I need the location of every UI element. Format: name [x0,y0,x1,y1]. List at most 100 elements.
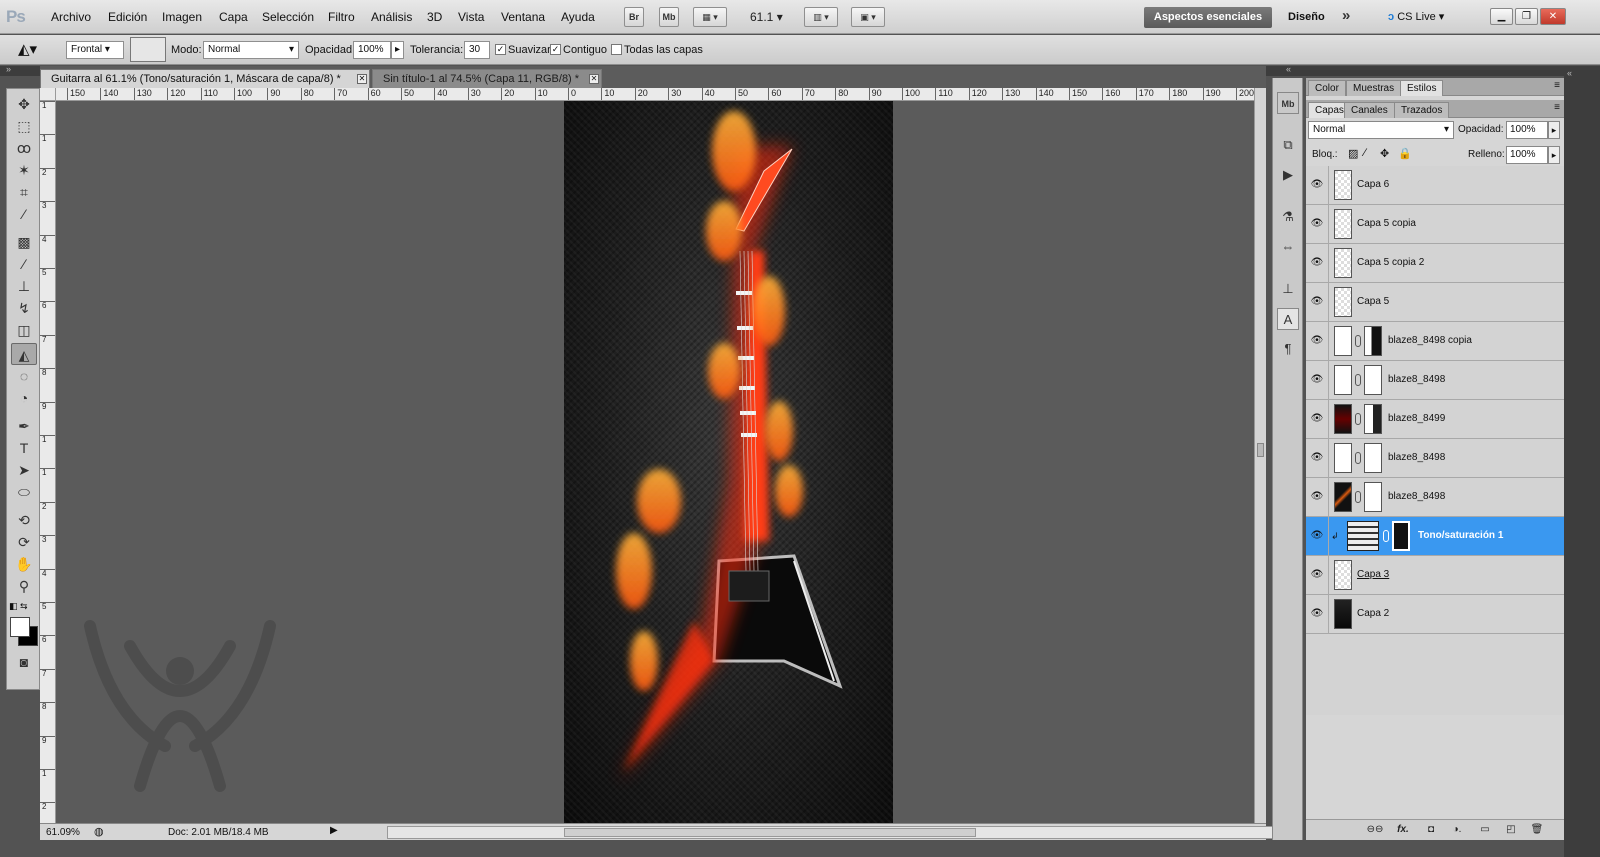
layer-row-blaze8-8498-c[interactable]: 👁 blaze8_8498 [1306,478,1564,517]
layer-mask-thumbnail[interactable] [1392,521,1410,551]
menu-analisis[interactable]: Análisis [371,10,412,24]
character-panel-icon[interactable]: A [1277,308,1299,330]
vertical-scrollbar[interactable] [1254,88,1266,823]
layer-opacity-input[interactable]: 100% [1506,121,1548,139]
paint-bucket-tool-icon[interactable]: ◭▾ [18,40,37,58]
paint-bucket-tool-icon[interactable]: ◭ [11,343,37,365]
zoom-dropdown[interactable]: 61.1 ▾ [750,10,783,24]
tab-guitarra[interactable]: Guitarra al 61.1% (Tono/saturación 1, Má… [40,69,370,88]
canvas-area[interactable] [56,101,1254,823]
preset-dropdown[interactable]: Frontal ▾ [66,41,124,59]
workspace-essentials-button[interactable]: Aspectos esenciales [1144,7,1272,28]
tab-estilos[interactable]: Estilos [1400,80,1444,96]
lock-all-icon[interactable]: 🔒 [1398,147,1412,160]
status-menu-icon[interactable]: ▶ [330,825,338,836]
layer-row-blaze8-8498-copia[interactable]: 👁 blaze8_8498 copia [1306,322,1564,361]
layer-mask-thumbnail[interactable] [1364,443,1382,473]
pattern-swatch[interactable] [130,37,166,62]
paragraph-panel-icon[interactable]: ¶ [1277,338,1299,360]
tab-trazados[interactable]: Trazados [1394,102,1450,118]
workspace-more-button[interactable]: » [1342,7,1350,24]
menu-filtro[interactable]: Filtro [328,10,355,24]
lock-transparency-icon[interactable]: ▨ [1348,147,1358,160]
horizontal-scrollbar[interactable] [387,826,1280,839]
tab-muestras[interactable]: Muestras [1346,80,1402,96]
add-mask-icon[interactable]: ◘ [1422,823,1440,837]
history-brush-tool-icon[interactable]: ↯ [11,297,37,319]
link-icon[interactable] [1355,491,1361,503]
eraser-tool-icon[interactable]: ◫ [11,319,37,341]
close-icon[interactable]: ✕ [589,74,599,84]
blur-tool-icon[interactable]: ◌ [11,365,37,387]
brush-tool-icon[interactable]: ∕ [11,253,37,275]
layer-row-capa-6[interactable]: 👁 Capa 6 [1306,166,1564,205]
layer-row-blaze8-8499[interactable]: 👁 blaze8_8499 [1306,400,1564,439]
link-icon[interactable] [1383,530,1389,542]
eye-icon[interactable]: 👁 [1310,413,1324,425]
path-selection-tool-icon[interactable]: ➤ [11,459,37,481]
fx-icon[interactable]: fx. [1394,823,1412,837]
link-icon[interactable] [1355,335,1361,347]
new-layer-icon[interactable]: ◰ [1502,823,1520,837]
ellipse-tool-icon[interactable]: ⬭ [11,481,37,503]
eye-icon[interactable]: 👁 [1310,335,1324,347]
layer-row-capa-3[interactable]: 👁 Capa 3 [1306,556,1564,595]
menu-3d[interactable]: 3D [427,10,442,24]
eye-icon[interactable]: 👁 [1310,608,1324,620]
restore-button[interactable]: ❐ [1515,8,1538,25]
all-layers-checkbox[interactable] [611,44,622,55]
eye-icon[interactable]: 👁 [1310,569,1324,581]
opacity-slider-button[interactable]: ▸ [391,41,404,59]
blend-mode-dropdown[interactable]: Normal ▾ [1308,121,1454,139]
lasso-tool-icon[interactable]: ꝏ [11,137,37,159]
3d-orbit-tool-icon[interactable]: ⟳ [11,531,37,553]
mode-dropdown[interactable]: Normal ▾ [203,41,299,59]
status-zoom[interactable]: 61.09% [46,827,80,838]
lock-pixels-icon[interactable]: ∕ [1364,147,1366,159]
layer-row-capa-2[interactable]: 👁 Capa 2 [1306,595,1564,634]
eye-icon[interactable]: 👁 [1310,218,1324,230]
fill-slider-button[interactable]: ▸ [1548,146,1560,164]
link-icon[interactable] [1355,413,1361,425]
minimize-button[interactable]: ▁ [1490,8,1513,25]
layer-mask-thumbnail[interactable] [1364,482,1382,512]
layer-opacity-slider-button[interactable]: ▸ [1548,121,1560,139]
menu-edicion[interactable]: Edición [108,10,147,24]
menu-seleccion[interactable]: Selección [262,10,314,24]
tolerance-input[interactable]: 30 [464,41,490,59]
clone-source-panel-icon[interactable]: ⊥ [1277,278,1299,300]
menu-ventana[interactable]: Ventana [501,10,545,24]
workspace-design-button[interactable]: Diseño [1288,11,1325,23]
document-canvas[interactable] [564,101,893,823]
crop-tool-icon[interactable]: ⌗ [11,181,37,203]
clone-stamp-tool-icon[interactable]: ⊥ [11,275,37,297]
marquee-tool-icon[interactable]: ⬚ [11,115,37,137]
horizontal-scroll-thumb[interactable] [564,828,976,837]
close-icon[interactable]: ✕ [357,74,367,84]
expand-panels-icon[interactable]: « [1567,68,1572,78]
masks-panel-icon[interactable]: ⇔ [1277,236,1299,258]
arrange-dropdown[interactable]: ▥ ▾ [804,7,838,27]
lock-position-icon[interactable]: ✥ [1380,147,1389,160]
cslive-button[interactable]: ↄ CS Live ▾ [1388,10,1444,23]
horizontal-ruler[interactable]: 150 140 130 120 110 100 90 80 70 60 50 40 30 20 10 0 10 2… [56,88,1254,101]
bridge-button[interactable]: Br [624,7,644,27]
zoom-tool-icon[interactable]: ⚲ [11,575,37,597]
ruler-origin[interactable] [40,88,56,101]
quick-mask-icon[interactable]: ◙ [11,651,37,673]
minibridge-button[interactable]: Mb [659,7,679,27]
layer-mask-thumbnail[interactable] [1364,326,1382,356]
layer-row-blaze8-8498-a[interactable]: 👁 blaze8_8498 [1306,361,1564,400]
link-layers-icon[interactable]: ⊖⊖ [1366,823,1384,837]
move-tool-icon[interactable]: ✥ [11,93,37,115]
smooth-checkbox[interactable]: ✓ [495,44,506,55]
history-panel-icon[interactable]: ⧉ [1277,134,1299,156]
foreground-color-swatch[interactable] [10,617,30,637]
layer-mask-thumbnail[interactable] [1364,365,1382,395]
panel-menu-icon[interactable]: ≡ [1554,102,1560,113]
eye-icon[interactable]: 👁 [1310,491,1324,503]
panel-menu-icon[interactable]: ≡ [1554,80,1560,91]
default-colors-icon[interactable]: ◧ ⇆ [9,601,28,612]
layer-row-capa-5-copia[interactable]: 👁 Capa 5 copia [1306,205,1564,244]
3d-rotate-tool-icon[interactable]: ⟲ [11,509,37,531]
